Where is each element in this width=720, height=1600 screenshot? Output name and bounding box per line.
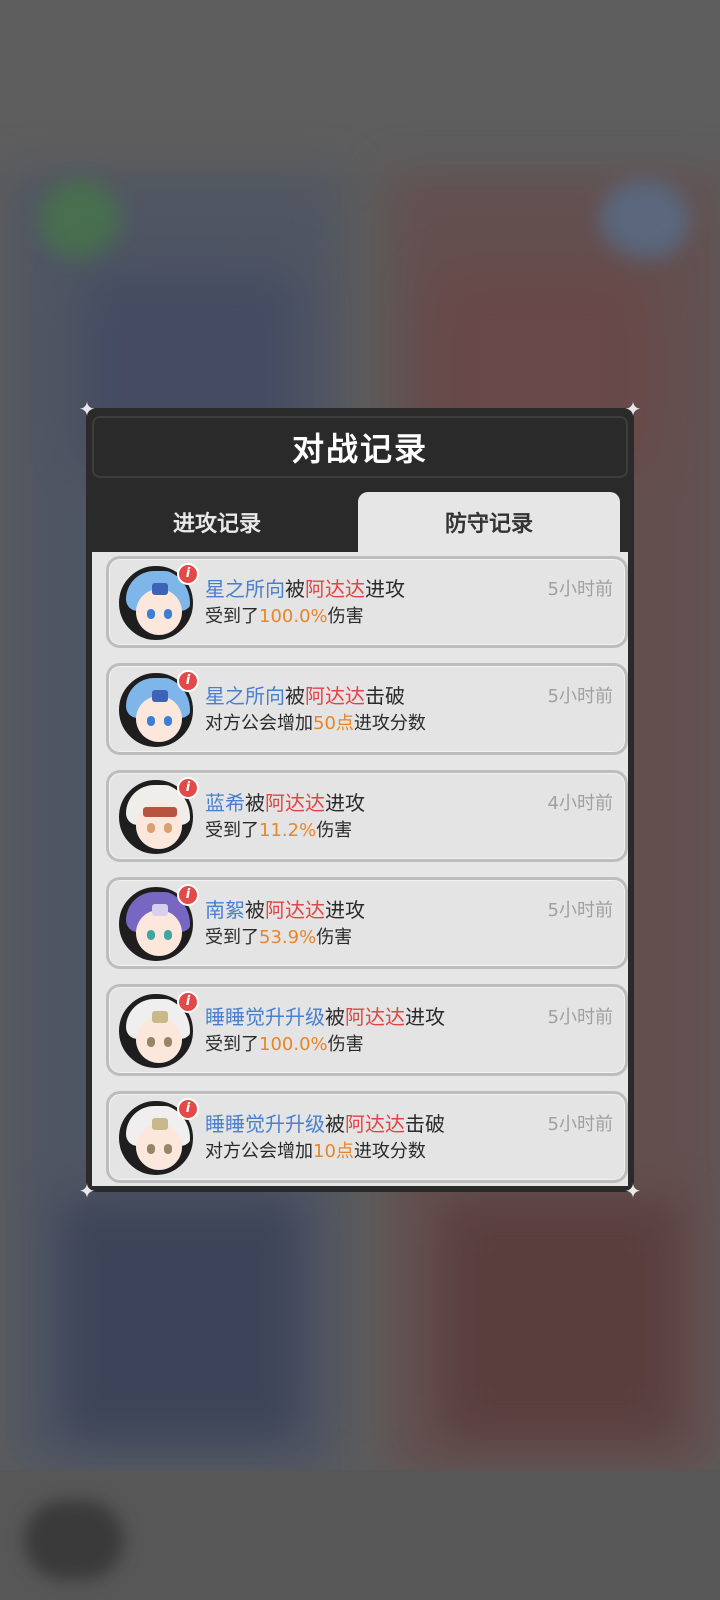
detail-suffix: 伤害 [316, 927, 353, 948]
defender-name: 睡睡觉升升级 [205, 1112, 325, 1136]
list-item[interactable]: i 睡睡觉升升级被阿达达进攻 受到了100.0%伤害 5小时前 [106, 984, 628, 1076]
action-text: 进攻 [325, 791, 365, 815]
action-text: 进攻 [405, 1005, 445, 1029]
record-list[interactable]: i 星之所向被阿达达进攻 受到了100.0%伤害 5小时前 i 星之所向被阿达达… [92, 552, 628, 1186]
record-title: 星之所向被阿达达进攻 [205, 573, 405, 602]
battle-record-modal: ✦ ✦ ✦ ✦ 对战记录 进攻记录 防守记录 i 星之所向被阿达达进攻 受到了1… [79, 398, 642, 1202]
connector-text: 被 [325, 1005, 345, 1029]
defender-name: 蓝希 [205, 791, 245, 815]
detail-suffix: 伤害 [316, 820, 353, 841]
attacker-name: 阿达达 [305, 577, 365, 601]
attacker-name: 阿达达 [305, 684, 365, 708]
connector-text: 被 [285, 684, 305, 708]
info-icon[interactable]: i [177, 563, 199, 585]
info-icon[interactable]: i [177, 884, 199, 906]
detail-prefix: 受到了 [205, 820, 259, 841]
list-item[interactable]: i 南絮被阿达达进攻 受到了53.9%伤害 5小时前 [106, 877, 628, 969]
action-text: 进攻 [365, 577, 405, 601]
record-detail: 受到了100.0%伤害 [205, 602, 364, 628]
record-detail: 受到了100.0%伤害 [205, 1030, 364, 1056]
action-text: 进攻 [325, 898, 365, 922]
detail-value: 53.9% [259, 927, 317, 948]
record-detail: 受到了11.2%伤害 [205, 816, 352, 842]
list-item[interactable]: i 星之所向被阿达达进攻 受到了100.0%伤害 5小时前 [106, 556, 628, 648]
record-title: 南絮被阿达达进攻 [205, 894, 365, 923]
detail-suffix: 进攻分数 [353, 1141, 426, 1162]
record-detail: 受到了53.9%伤害 [205, 923, 352, 949]
detail-prefix: 受到了 [205, 606, 259, 627]
record-detail: 对方公会增加50点进攻分数 [205, 709, 426, 735]
attacker-name: 阿达达 [265, 791, 325, 815]
defender-name: 南絮 [205, 898, 245, 922]
info-icon[interactable]: i [177, 670, 199, 692]
defender-name: 睡睡觉升升级 [205, 1005, 325, 1029]
record-title: 星之所向被阿达达击破 [205, 680, 405, 709]
attacker-name: 阿达达 [345, 1005, 405, 1029]
defender-name: 星之所向 [205, 577, 285, 601]
connector-text: 被 [325, 1112, 345, 1136]
record-tabs: 进攻记录 防守记录 [86, 492, 634, 552]
detail-prefix: 受到了 [205, 1034, 259, 1055]
record-time: 5小时前 [547, 1114, 613, 1135]
record-title: 蓝希被阿达达进攻 [205, 787, 365, 816]
detail-prefix: 对方公会增加 [205, 713, 313, 734]
detail-suffix: 伤害 [327, 606, 364, 627]
connector-text: 被 [245, 898, 265, 922]
tab-defense-record[interactable]: 防守记录 [358, 492, 620, 552]
list-item[interactable]: i 蓝希被阿达达进攻 受到了11.2%伤害 4小时前 [106, 770, 628, 862]
record-time: 4小时前 [547, 793, 613, 814]
detail-value: 10点 [313, 1141, 354, 1162]
record-time: 5小时前 [547, 579, 613, 600]
detail-value: 100.0% [259, 606, 328, 627]
detail-value: 50点 [313, 713, 354, 734]
modal-title-bar: 对战记录 [92, 416, 628, 478]
action-text: 击破 [405, 1112, 445, 1136]
record-time: 5小时前 [547, 1007, 613, 1028]
detail-suffix: 伤害 [327, 1034, 364, 1055]
record-detail: 对方公会增加10点进攻分数 [205, 1137, 426, 1163]
record-title: 睡睡觉升升级被阿达达进攻 [205, 1001, 445, 1030]
connector-text: 被 [245, 791, 265, 815]
record-time: 5小时前 [547, 686, 613, 707]
defender-name: 星之所向 [205, 684, 285, 708]
detail-prefix: 对方公会增加 [205, 1141, 313, 1162]
detail-value: 100.0% [259, 1034, 328, 1055]
action-text: 击破 [365, 684, 405, 708]
info-icon[interactable]: i [177, 991, 199, 1013]
tab-attack-record[interactable]: 进攻记录 [86, 492, 348, 552]
corner-ornament-icon: ✦ [624, 397, 642, 421]
info-icon[interactable]: i [177, 1098, 199, 1120]
info-icon[interactable]: i [177, 777, 199, 799]
record-title: 睡睡觉升升级被阿达达击破 [205, 1108, 445, 1137]
detail-prefix: 受到了 [205, 927, 259, 948]
detail-value: 11.2% [259, 820, 317, 841]
connector-text: 被 [285, 577, 305, 601]
record-time: 5小时前 [547, 900, 613, 921]
detail-suffix: 进攻分数 [353, 713, 426, 734]
attacker-name: 阿达达 [265, 898, 325, 922]
attacker-name: 阿达达 [345, 1112, 405, 1136]
list-item[interactable]: i 睡睡觉升升级被阿达达击破 对方公会增加10点进攻分数 5小时前 [106, 1091, 628, 1183]
list-item[interactable]: i 星之所向被阿达达击破 对方公会增加50点进攻分数 5小时前 [106, 663, 628, 755]
modal-title: 对战记录 [291, 430, 428, 468]
